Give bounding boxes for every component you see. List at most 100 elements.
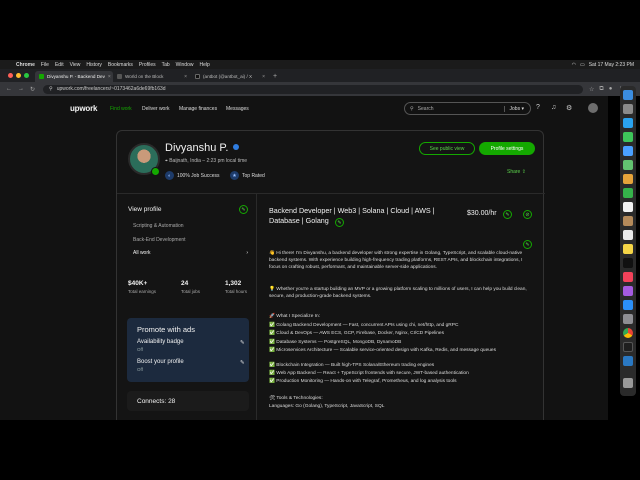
edit-rate-pencil-icon[interactable]: ✎ [503, 210, 512, 219]
specialty-backend[interactable]: Back-End Development [133, 237, 186, 243]
url-field[interactable]: ⚲ upwork.com/freelancers/~0173462a6de69f… [43, 84, 584, 94]
search-input[interactable]: ⚲ Search Jobs ▾ [404, 102, 531, 115]
edit-view-profile-pencil-icon[interactable]: ✎ [239, 205, 248, 214]
nav-messages[interactable]: Messages [226, 106, 249, 112]
favicon-icon [117, 74, 122, 79]
mac-dock [620, 86, 636, 396]
location-text: Baijnath, India – 2:23 pm local time [169, 158, 248, 164]
see-public-view-button[interactable]: See public view [419, 142, 475, 155]
dock-trash-icon[interactable] [623, 378, 633, 388]
menu-view[interactable]: View [70, 62, 81, 68]
dock-settings-icon[interactable] [623, 314, 633, 324]
job-success-icon: ◐ [165, 171, 174, 180]
dock-podcasts-icon[interactable] [623, 286, 633, 296]
edit-rate-link-icon[interactable]: ⊘ [523, 210, 532, 219]
total-earnings-value: $40K+ [128, 280, 148, 287]
wifi-icon[interactable]: ◠ [572, 62, 576, 68]
close-tab-icon[interactable]: × [108, 74, 111, 80]
minimize-window-icon[interactable] [16, 73, 21, 78]
tab-upwork-profile[interactable]: Divyanshu P. - Backend Dev × [35, 71, 113, 82]
upwork-logo[interactable]: upwork [70, 104, 97, 113]
online-status-dot [151, 167, 160, 176]
dock-vscode-icon[interactable] [623, 356, 633, 366]
dock-appstore-icon[interactable] [623, 300, 633, 310]
profile-title: Backend Developer | Web3 | Solana | Clou… [269, 206, 435, 225]
menu-window[interactable]: Window [176, 62, 194, 68]
user-avatar-small[interactable] [588, 103, 598, 113]
dock-photos-icon[interactable] [623, 174, 633, 184]
profile-icon[interactable]: ● [609, 86, 613, 93]
boost-profile-state: Off [137, 367, 143, 372]
zoom-window-icon[interactable] [24, 73, 29, 78]
search-icon: ⚲ [410, 105, 414, 112]
dock-notes-icon[interactable] [623, 244, 633, 254]
tab-world-on-block[interactable]: World on the Block × [113, 71, 191, 82]
dock-launchpad-icon[interactable] [623, 104, 633, 114]
dock-music-icon[interactable] [623, 272, 633, 282]
nav-find-work[interactable]: Find work [110, 106, 132, 112]
menubar-datetime[interactable]: Sat 17 May 2:23 PM [589, 62, 634, 68]
profile-card: Divyanshu P. ⌖ Baijnath, India – 2:23 pm… [116, 130, 545, 420]
mac-menubar: Chrome File Edit View History Bookmarks … [0, 60, 640, 69]
dock-mail-icon[interactable] [623, 146, 633, 156]
edit-title-pencil-icon[interactable]: ✎ [335, 218, 344, 227]
nav-deliver-work[interactable]: Deliver work [142, 106, 170, 112]
notifications-icon[interactable]: ♫ [551, 104, 556, 111]
menu-profiles[interactable]: Profiles [139, 62, 156, 68]
edit-availability-pencil-icon[interactable]: ✎ [240, 340, 245, 346]
help-icon[interactable]: ? [536, 104, 540, 111]
dock-safari-icon[interactable] [623, 118, 633, 128]
verified-badge-icon [233, 144, 239, 150]
edit-overview-pencil-icon[interactable]: ✎ [523, 240, 532, 249]
settings-gear-icon[interactable]: ⚙ [566, 104, 572, 112]
share-button[interactable]: Share ⇪ [507, 169, 526, 175]
menu-chrome[interactable]: Chrome [16, 62, 35, 68]
edit-boost-pencil-icon[interactable]: ✎ [240, 360, 245, 366]
dock-reminders-icon[interactable] [623, 230, 633, 240]
dock-terminal-icon[interactable] [623, 342, 633, 352]
dock-facetime-icon[interactable] [623, 188, 633, 198]
profile-name: Divyanshu P. [165, 142, 229, 154]
dock-calendar-icon[interactable] [623, 202, 633, 212]
dock-messages-icon[interactable] [623, 132, 633, 142]
dock-maps-icon[interactable] [623, 160, 633, 170]
menu-edit[interactable]: Edit [55, 62, 64, 68]
menu-bookmarks[interactable]: Bookmarks [108, 62, 133, 68]
tab-antbot[interactable]: (antbot (@antbot_ai) / X × [191, 71, 269, 82]
close-tab-icon[interactable]: × [184, 74, 187, 80]
menu-tab[interactable]: Tab [162, 62, 170, 68]
nav-manage-finances[interactable]: Manage finances [179, 106, 217, 112]
browser-tab-strip: Divyanshu P. - Backend Dev × World on th… [0, 69, 640, 82]
menu-file[interactable]: File [41, 62, 49, 68]
search-scope-dropdown[interactable]: Jobs ▾ [503, 105, 530, 112]
back-icon[interactable]: ← [6, 86, 12, 92]
profile-sidebar: View profile ✎ Scripting & Automation Ba… [117, 193, 257, 420]
dock-tv-icon[interactable] [623, 258, 633, 268]
dock-contacts-icon[interactable] [623, 216, 633, 226]
availability-badge-label: Availability badge [137, 339, 184, 345]
job-success-badge: ◐ 100% Job Success [165, 171, 220, 180]
dock-chrome-icon[interactable] [623, 328, 633, 338]
profile-settings-button[interactable]: Profile settings [479, 142, 535, 155]
menu-history[interactable]: History [86, 62, 102, 68]
connects-panel: Connects: 28 [127, 391, 249, 411]
specialty-scripting[interactable]: Scripting & Automation [133, 223, 184, 229]
tools-title: 🛠 Tools & Technologies: [269, 396, 323, 401]
forward-icon[interactable]: → [18, 86, 24, 92]
specialty-all-work[interactable]: All work › [133, 250, 248, 256]
menu-help[interactable]: Help [199, 62, 209, 68]
tab-label: (antbot (@antbot_ai) / X [203, 74, 253, 79]
extensions-icon[interactable]: ⧉ [599, 86, 603, 93]
new-tab-icon[interactable]: + [273, 73, 277, 80]
profile-location: ⌖ Baijnath, India – 2:23 pm local time [165, 158, 247, 164]
specialize-item: ✅ Web App Backend — React + TypeScript f… [269, 371, 469, 376]
window-controls [8, 73, 29, 78]
upwork-navbar: upwork Find work Deliver work Manage fin… [0, 96, 608, 122]
close-window-icon[interactable] [8, 73, 13, 78]
bookmark-star-icon[interactable]: ☆ [589, 86, 594, 93]
dock-finder-icon[interactable] [623, 90, 633, 100]
close-tab-icon[interactable]: × [262, 74, 265, 80]
site-info-icon[interactable]: ⚲ [49, 86, 53, 92]
battery-icon[interactable]: ▭ [580, 62, 585, 68]
reload-icon[interactable]: ↻ [30, 86, 35, 93]
